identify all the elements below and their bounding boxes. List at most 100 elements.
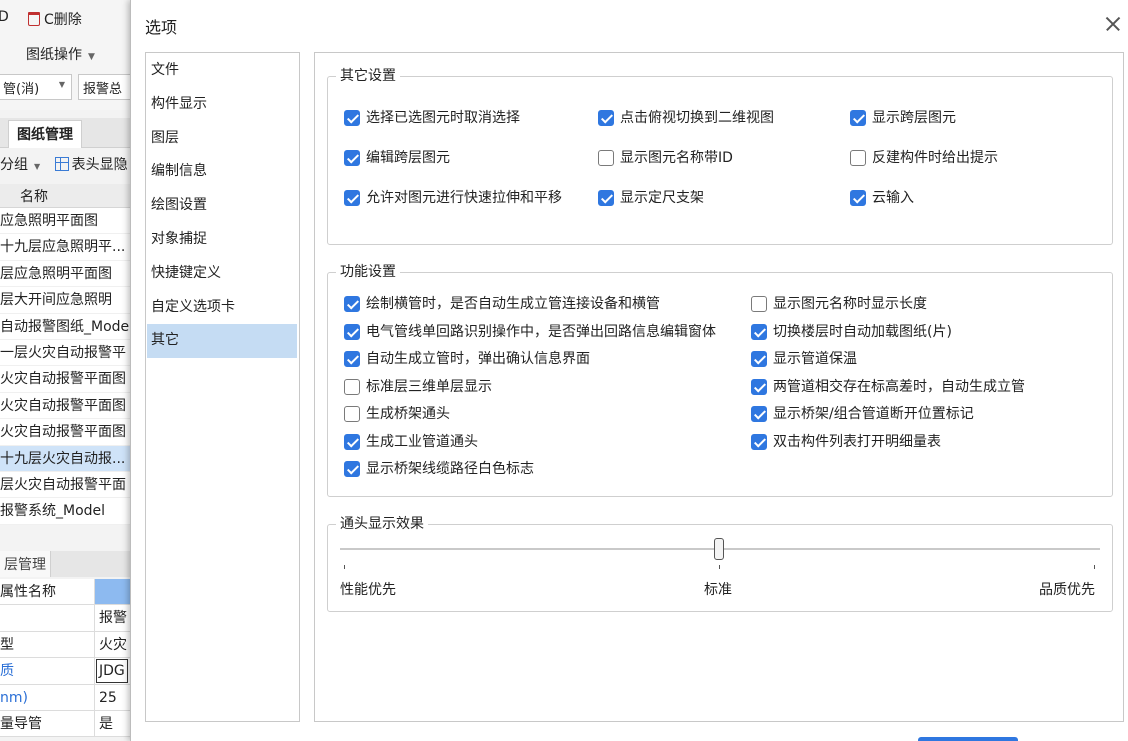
close-icon[interactable] [1101, 12, 1125, 36]
property-row[interactable]: 型火灾 [0, 631, 135, 659]
function-settings-group: 功能设置 绘制横管时，是否自动生成立管连接设备和横管 电气管线单回路识别操作中，是… [327, 263, 1113, 497]
ok-button[interactable] [918, 737, 1018, 741]
checkbox-checked-icon[interactable] [344, 296, 360, 312]
drawing-list-item[interactable]: 层大开间应急照明 [0, 287, 135, 314]
drawing-list-item[interactable]: 报警系统_Model [0, 498, 135, 525]
option-label: 生成桥架通头 [366, 406, 450, 422]
function-settings-legend: 功能设置 [336, 263, 400, 281]
nav-item[interactable]: 其它 [147, 324, 297, 359]
nav-item[interactable]: 绘图设置 [146, 189, 299, 223]
property-name: nm) [0, 684, 95, 710]
checkbox-checked-icon[interactable] [344, 351, 360, 367]
drawing-list-item[interactable]: 自动报警图纸_Mode [0, 313, 135, 340]
drawing-list-item[interactable]: 火灾自动报警平面图 [0, 419, 135, 446]
background-app-panel: D C删除 图纸操作 ▼ 管(消) ▼ 报警总 图纸管理 分组 ▼ 表头显隐 名称 … [0, 0, 135, 741]
checkbox-checked-icon[interactable] [344, 150, 360, 166]
options-dialog: 选项 文件 构件显示 图层 编制信息 绘图设置 对象捕捉 快捷键定义 自定义选项卡 其它 其它设… [130, 0, 1128, 741]
options-nav-list: 文件 构件显示 图层 编制信息 绘图设置 对象捕捉 快捷键定义 自定义选项卡 其它 [145, 52, 300, 722]
background-toolbar: D C删除 图纸操作 ▼ 管(消) ▼ 报警总 [0, 0, 135, 110]
toolbar-partial-icon: D [0, 9, 9, 25]
option-label: 反建构件时给出提示 [872, 150, 998, 166]
drawing-list-item[interactable]: 一层火灾自动报警平 [0, 339, 135, 367]
nav-item[interactable]: 构件显示 [146, 88, 299, 122]
checkbox-checked-icon[interactable] [751, 323, 767, 340]
dropdown-arrow-icon: ▼ [88, 52, 95, 62]
other-settings-legend: 其它设置 [336, 67, 400, 85]
drawing-tabbar: 图纸管理 [0, 118, 135, 148]
nav-item[interactable]: 编制信息 [146, 155, 299, 189]
drawing-list-item[interactable]: 层应急照明平面图 [0, 260, 135, 288]
option-label: 电气管线单回路识别操作中，是否弹出回路信息编辑窗体 [366, 323, 716, 340]
option-label: 选择已选图元时取消选择 [366, 110, 520, 126]
option-label: 云输入 [872, 190, 914, 206]
property-row[interactable]: nm) 25 [0, 684, 135, 711]
slider-tick [719, 565, 720, 569]
trash-icon [28, 12, 40, 26]
drawing-list-item[interactable]: 层火灾自动报警平面 [0, 471, 135, 499]
property-name: 属性名称 [0, 579, 95, 605]
checkbox-checked-icon[interactable] [344, 433, 360, 450]
property-name: 质 [0, 658, 95, 684]
checkbox-checked-icon[interactable] [850, 190, 866, 206]
checkbox-checked-icon[interactable] [344, 190, 360, 206]
drawing-list-item[interactable]: 火灾自动报警平面图 [0, 392, 135, 420]
checkbox-checked-icon[interactable] [751, 433, 767, 450]
delete-button[interactable]: C删除 [28, 9, 82, 29]
slider-label-quality: 品质优先 [1039, 582, 1095, 598]
property-value [95, 579, 135, 605]
option-label: 显示图元名称带ID [620, 150, 733, 166]
fitting-effect-legend: 通头显示效果 [336, 515, 428, 533]
checkbox-unchecked-icon[interactable] [344, 378, 360, 395]
checkbox-checked-icon[interactable] [344, 323, 360, 340]
drawing-list-item[interactable]: 十九层应急照明平... [0, 234, 135, 261]
group-button[interactable]: 分组 [0, 157, 28, 173]
fitting-effect-slider-thumb[interactable] [714, 538, 724, 560]
nav-item[interactable]: 对象捕捉 [146, 223, 299, 257]
checkbox-checked-icon[interactable] [344, 461, 360, 477]
property-row[interactable]: 质 JDG [0, 658, 135, 685]
checkbox-checked-icon[interactable] [751, 351, 767, 367]
checkbox-checked-icon[interactable] [751, 378, 767, 395]
header-display-button[interactable]: 表头显隐 [72, 157, 128, 173]
checkbox-checked-icon[interactable] [344, 110, 360, 126]
option-label: 生成工业管道通头 [366, 433, 478, 450]
checkbox-checked-icon[interactable] [598, 190, 614, 206]
slider-tick [344, 565, 345, 569]
pipe-type-select[interactable]: 管(消) ▼ [0, 74, 72, 100]
checkbox-unchecked-icon[interactable] [850, 150, 866, 166]
option-label: 标准层三维单层显示 [366, 378, 492, 395]
property-row[interactable]: 量导管是 [0, 710, 135, 738]
drawing-list-item[interactable]: 火灾自动报警平面图 [0, 366, 135, 393]
drawing-ops-menu[interactable]: 图纸操作 ▼ [26, 44, 95, 64]
option-label: 自动生成立管时，弹出确认信息界面 [366, 351, 590, 367]
option-label: 切换楼层时自动加载图纸(片) [773, 323, 952, 340]
nav-item[interactable]: 快捷键定义 [146, 257, 299, 291]
option-label: 显示定尺支架 [620, 190, 704, 206]
checkbox-unchecked-icon[interactable] [598, 150, 614, 166]
slider-label-standard: 标准 [704, 582, 732, 598]
property-row[interactable]: 报警 [0, 605, 135, 632]
layer-tabbar: 层管理 [0, 551, 135, 577]
checkbox-checked-icon[interactable] [751, 406, 767, 422]
tab-layer-management[interactable]: 层管理 [0, 551, 51, 577]
property-value: 是 [99, 715, 113, 732]
property-name: 量导管 [0, 710, 95, 737]
option-label: 显示桥架/组合管道断开位置标记 [773, 406, 974, 422]
checkbox-unchecked-icon[interactable] [751, 296, 767, 312]
table-icon [54, 157, 69, 171]
system-type-select[interactable]: 报警总 [78, 74, 135, 100]
property-value: 火灾 [99, 636, 127, 653]
property-value: JDG [96, 659, 128, 684]
nav-item[interactable]: 图层 [146, 122, 299, 156]
property-value: 报警 [99, 610, 127, 627]
property-row[interactable]: 属性名称 [0, 579, 135, 606]
nav-item[interactable]: 文件 [146, 54, 299, 88]
option-label: 双击构件列表打开明细量表 [773, 433, 941, 450]
checkbox-unchecked-icon[interactable] [344, 406, 360, 422]
drawing-list-item[interactable]: 应急照明平面图 [0, 208, 135, 235]
checkbox-checked-icon[interactable] [850, 110, 866, 126]
drawing-list-item[interactable]: 十九层火灾自动报... [0, 445, 135, 472]
nav-item[interactable]: 自定义选项卡 [146, 291, 299, 325]
tab-drawing-management[interactable]: 图纸管理 [8, 120, 82, 148]
checkbox-checked-icon[interactable] [598, 110, 614, 126]
